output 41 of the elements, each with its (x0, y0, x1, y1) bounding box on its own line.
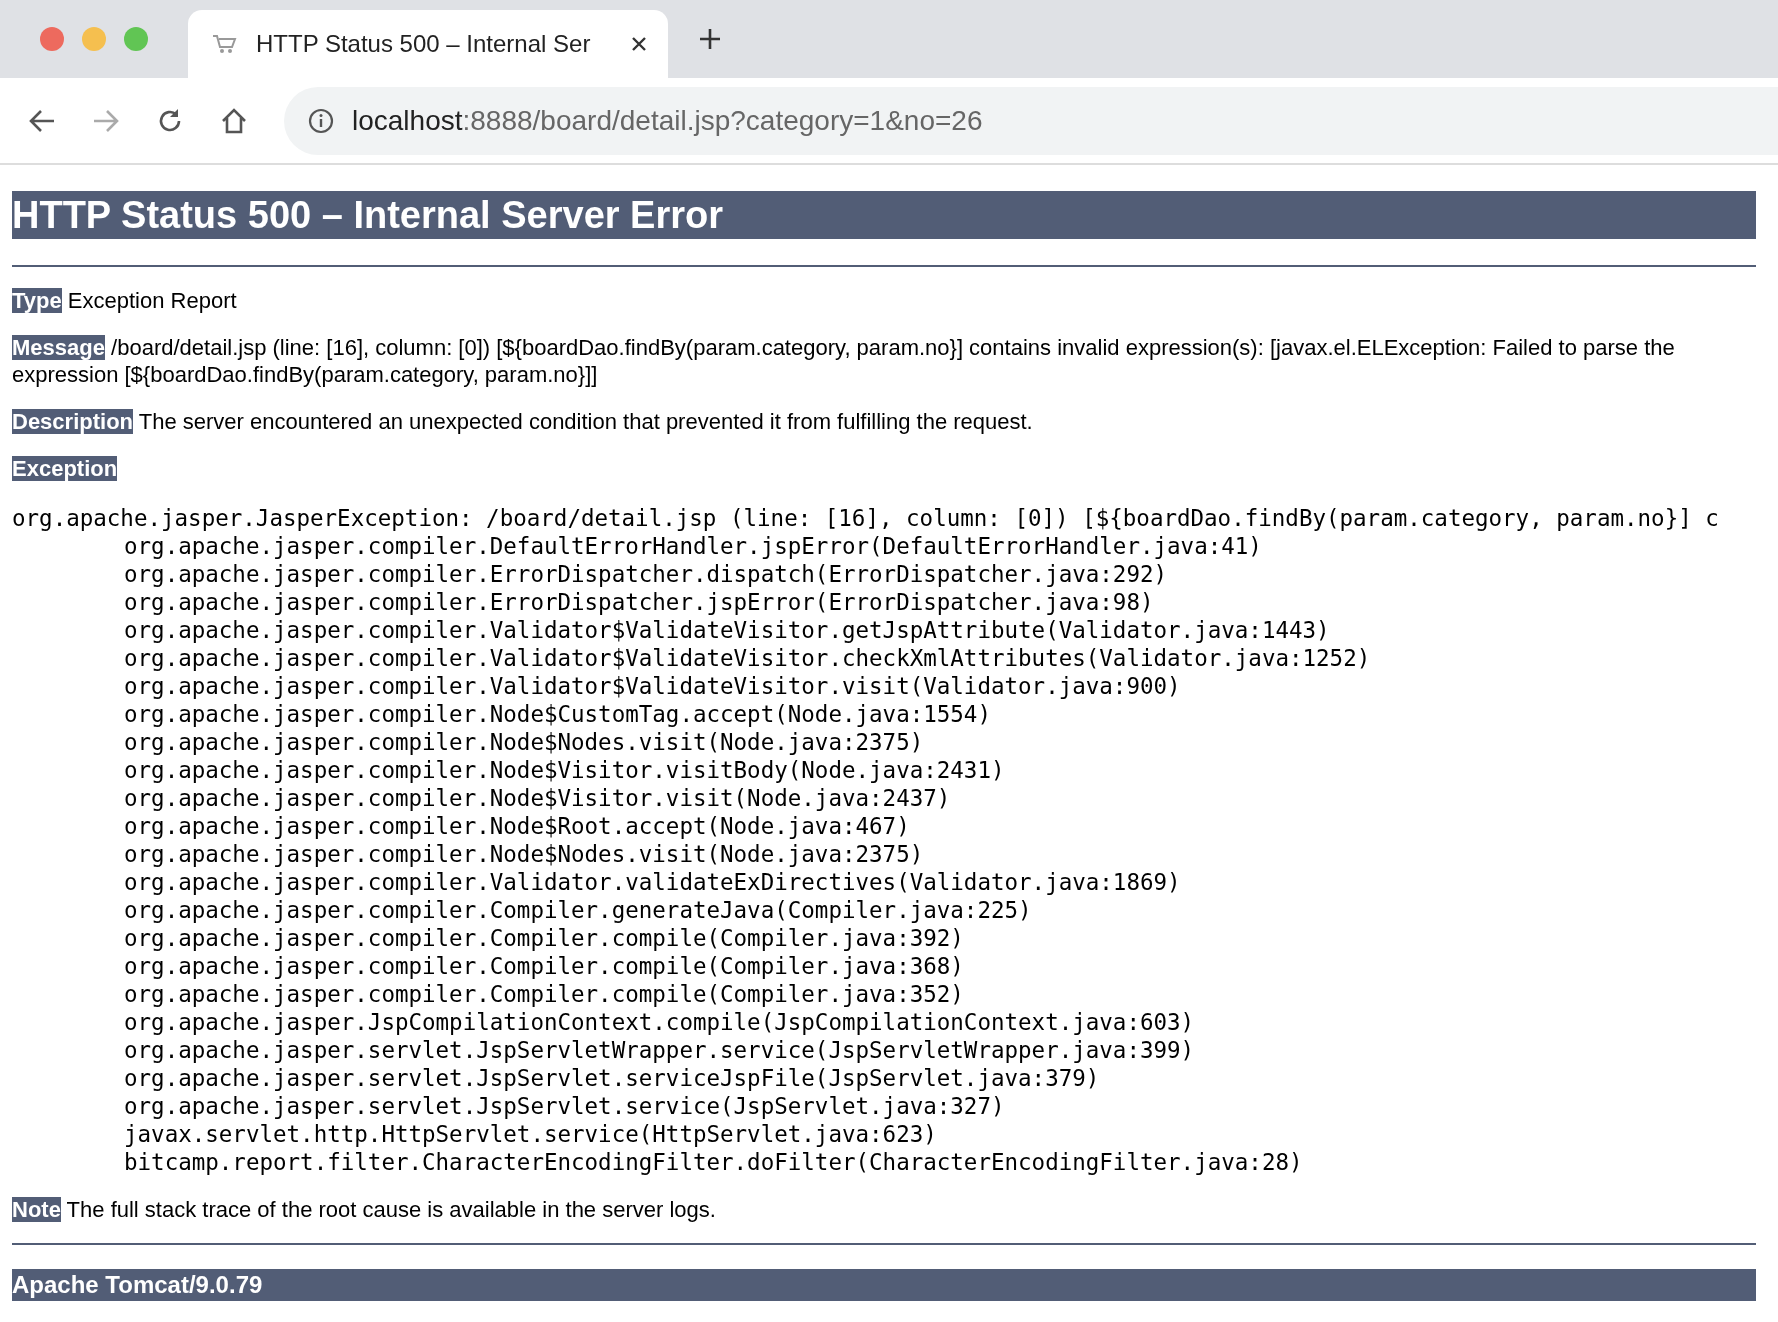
stack-trace-line: org.apache.jasper.JasperException: /board/detail.jsp (line: [16], column: [0]) [${boardDao.findBy(param.category, param.no}] c (12, 504, 1719, 532)
stack-trace-line: bitcamp.report.filter.CharacterEncodingFilter.doFilter(CharacterEncodingFilter.java:28) (124, 1148, 1303, 1176)
field-text: Type Exception Report (12, 287, 237, 314)
stack-trace-line: org.apache.jasper.compiler.Node$Nodes.visit(Node.java:2375) (124, 840, 924, 868)
browser-tab[interactable]: HTTP Status 500 – Internal Ser (188, 10, 668, 78)
cart-icon (212, 33, 238, 55)
error-heading: HTTP Status 500 – Internal Server Error (12, 191, 1756, 239)
note-text: Note The full stack trace of the root cause is available in the server logs. (12, 1196, 716, 1223)
stack-trace-line: org.apache.jasper.compiler.DefaultErrorHandler.jspError(DefaultErrorHandler.java:41) (124, 532, 1262, 560)
stack-trace-line: org.apache.jasper.servlet.JspServlet.service(JspServlet.java:327) (124, 1092, 1005, 1120)
stack-trace-line: org.apache.jasper.compiler.Compiler.generateJava(Compiler.java:225) (124, 896, 1032, 924)
stack-trace-line: javax.servlet.http.HttpServlet.service(HttpServlet.java:623) (124, 1120, 937, 1148)
home-icon[interactable] (220, 106, 248, 135)
field-label: Exception (12, 456, 118, 481)
url-text: localhost:8888/board/detail.jsp?category=1&no=26 (352, 104, 983, 137)
stack-trace-line: org.apache.jasper.compiler.Node$Root.accept(Node.java:467) (124, 812, 910, 840)
stack-trace-line: org.apache.jasper.compiler.ErrorDispatcher.jspError(ErrorDispatcher.java:98) (124, 588, 1154, 616)
stack-trace-line: org.apache.jasper.compiler.Validator$ValidateVisitor.getJspAttribute(Validator.java:1443) (124, 616, 1330, 644)
stack-trace-line: org.apache.jasper.servlet.JspServlet.serviceJspFile(JspServlet.java:379) (124, 1064, 1100, 1092)
tab-title: HTTP Status 500 – Internal Ser (256, 30, 592, 58)
stack-trace-line: org.apache.jasper.compiler.Validator$ValidateVisitor.checkXmlAttributes(Validator.java:1252) (124, 644, 1371, 672)
field-text: Description The server encountered an unexpected condition that prevented it from fulfilling the request. (12, 408, 1033, 435)
stack-trace-line: org.apache.jasper.compiler.Validator$ValidateVisitor.visit(Validator.java:900) (124, 672, 1181, 700)
plus-icon[interactable] (698, 27, 722, 51)
stack-trace-line: org.apache.jasper.compiler.Node$Nodes.visit(Node.java:2375) (124, 728, 924, 756)
stack-trace-line: org.apache.jasper.JspCompilationContext.compile(JspCompilationContext.java:603) (124, 1008, 1195, 1036)
stack-trace-line: org.apache.jasper.compiler.ErrorDispatcher.dispatch(ErrorDispatcher.java:292) (124, 560, 1168, 588)
info-icon (308, 107, 334, 134)
stack-trace-line: org.apache.jasper.compiler.Validator.validateExDirectives(Validator.java:1869) (124, 868, 1181, 896)
stack-trace-line: org.apache.jasper.compiler.Node$CustomTag.accept(Node.java:1554) (124, 700, 991, 728)
close-icon[interactable] (630, 35, 648, 53)
stack-trace-line: org.apache.jasper.compiler.Compiler.compile(Compiler.java:352) (124, 980, 964, 1008)
server-version: Apache Tomcat/9.0.79 (12, 1269, 1756, 1301)
address-bar[interactable]: localhost:8888/board/detail.jsp?category=1&no=26 (284, 86, 1778, 155)
stack-trace-line: org.apache.jasper.compiler.Node$Visitor.visit(Node.java:2437) (124, 784, 951, 812)
stack-trace-line: org.apache.jasper.compiler.Compiler.compile(Compiler.java:392) (124, 924, 964, 952)
field-text: Message /board/detail.jsp (line: [16], column: [0]) [${boardDao.findBy(param.category, param.no}] contains invalid expression(s): [javax.el.ELException: Failed to parse the expression [${boardDao.findBy(param.category, param.no}]] (12, 334, 1676, 388)
back-arrow-icon[interactable] (28, 107, 56, 134)
stack-trace-line: org.apache.jasper.compiler.Compiler.compile(Compiler.java:368) (124, 952, 964, 980)
stack-trace-line: org.apache.jasper.compiler.Node$Visitor.visitBody(Node.java:2431) (124, 756, 1005, 784)
stack-trace-line: org.apache.jasper.servlet.JspServletWrapper.service(JspServletWrapper.java:399) (124, 1036, 1195, 1064)
